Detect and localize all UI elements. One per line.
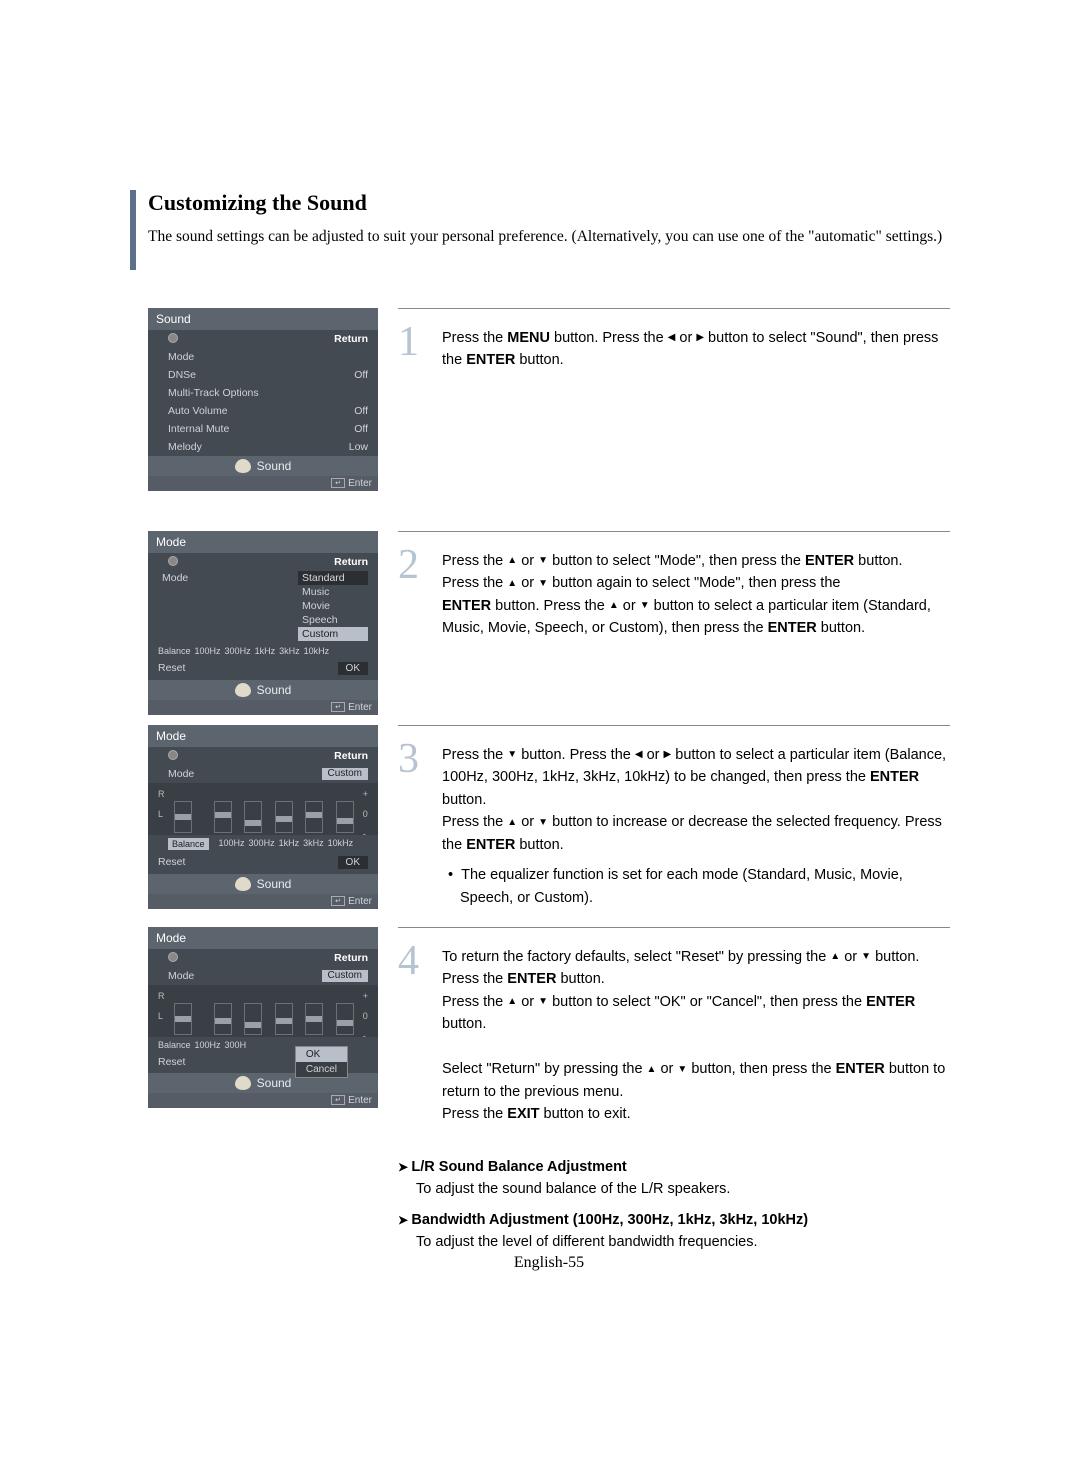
osd-return: Return (148, 330, 378, 348)
step-text-1: Press the MENU button. Press the ◀ or ▶ … (442, 321, 950, 372)
separator (398, 308, 950, 309)
separator (398, 927, 950, 928)
step-text-2: Press the ▲ or ▼ button to select "Mode"… (442, 544, 950, 640)
arrow-right-icon: ▶ (696, 330, 704, 346)
arrow-down-icon: ▼ (640, 598, 650, 614)
osd-title: Mode (148, 927, 378, 949)
osd-item-autovol: Auto VolumeOff (148, 402, 378, 420)
osd-footer: Sound (148, 680, 378, 700)
osd-hint: ↵Enter (148, 700, 378, 715)
shell-icon (235, 683, 251, 697)
separator (398, 531, 950, 532)
page-number: English-55 (148, 1254, 950, 1272)
osd-item-dnse: DNSeOff (148, 366, 378, 384)
mode-option: Music (298, 585, 368, 599)
osd-title: Mode (148, 531, 378, 553)
osd-hint: ↵Enter (148, 1093, 378, 1108)
osd-mode-reset: Mode Return ModeCustom RL +0- (148, 927, 378, 1108)
mode-option: Movie (298, 599, 368, 613)
osd-return: Return (148, 747, 378, 765)
arrow-down-icon: ▼ (538, 553, 548, 569)
shell-icon (235, 1076, 251, 1090)
mode-option: Custom (298, 627, 368, 641)
arrow-down-icon: ▼ (861, 949, 871, 965)
osd-hint: ↵Enter (148, 894, 378, 909)
step-number-1: 1 (398, 321, 424, 372)
eq-band-labels: Balance100Hz300Hz1kHz3kHz10kHz (148, 643, 378, 659)
arrow-up-icon: ▲ (609, 598, 619, 614)
arrow-down-icon: ▼ (538, 815, 548, 831)
arrow-up-icon: ▲ (507, 576, 517, 592)
step-number-2: 2 (398, 544, 424, 640)
osd-item-mode: Mode (148, 348, 378, 366)
osd-footer: Sound (148, 456, 378, 476)
osd-mode-select: Mode Return Mode Standard Music Movie Sp… (148, 531, 378, 715)
step-text-3: Press the ▼ button. Press the ◀ or ▶ but… (442, 738, 950, 909)
step-number-4: 4 (398, 940, 424, 1126)
extra-heading-1: L/R Sound Balance Adjustment (398, 1156, 950, 1178)
extra-notes: L/R Sound Balance Adjustment To adjust t… (398, 1156, 950, 1254)
ok-label: OK (338, 662, 368, 675)
popup-cancel: Cancel (296, 1062, 347, 1077)
arrow-up-icon: ▲ (507, 553, 517, 569)
extra-text-2: To adjust the level of different bandwid… (398, 1231, 950, 1253)
osd-hint: ↵Enter (148, 476, 378, 491)
osd-mode-eq: Mode Return ModeCustom RL +0- (148, 725, 378, 909)
extra-text-1: To adjust the sound balance of the L/R s… (398, 1178, 950, 1200)
arrow-down-icon: ▼ (677, 1062, 687, 1078)
osd-return: Return (148, 949, 378, 967)
arrow-up-icon: ▲ (507, 815, 517, 831)
eq-band-labels: Balance 100Hz300Hz1kHz3kHz10kHz (148, 835, 378, 853)
arrow-up-icon: ▲ (830, 949, 840, 965)
osd-item-mode: ModeCustom (148, 765, 378, 783)
osd-item-mute: Internal MuteOff (148, 420, 378, 438)
mode-option: Speech (298, 613, 368, 627)
extra-heading-2: Bandwidth Adjustment (100Hz, 300Hz, 1kHz… (398, 1209, 950, 1231)
section-subtitle: The sound settings can be adjusted to su… (148, 226, 950, 248)
osd-item-mode: ModeCustom (148, 967, 378, 985)
step-number-3: 3 (398, 738, 424, 909)
arrow-up-icon: ▲ (507, 994, 517, 1010)
osd-actions: Reset OK (148, 659, 378, 680)
osd-item-melody: MelodyLow (148, 438, 378, 456)
reset-label: Reset (158, 856, 185, 868)
ok-label: OK (338, 856, 368, 869)
osd-return: Return (148, 553, 378, 571)
reset-popup: OK Cancel (295, 1046, 348, 1078)
arrow-down-icon: ▼ (538, 994, 548, 1010)
reset-label: Reset (158, 1056, 185, 1068)
osd-title: Sound (148, 308, 378, 330)
reset-label: Reset (158, 662, 185, 674)
arrow-left-icon: ◀ (635, 747, 643, 763)
osd-actions: Reset OK (148, 853, 378, 874)
mode-option: Standard (298, 571, 368, 585)
arrow-down-icon: ▼ (538, 576, 548, 592)
arrow-down-icon: ▼ (507, 747, 517, 763)
shell-icon (235, 459, 251, 473)
osd-title: Mode (148, 725, 378, 747)
osd-footer: Sound (148, 874, 378, 894)
accent-bar (130, 190, 136, 270)
shell-icon (235, 877, 251, 891)
osd-item-multitrack: Multi-Track Options (148, 384, 378, 402)
osd-item-mode: Mode (158, 571, 298, 585)
eq-graphic: RL +0- (148, 783, 378, 835)
osd-sound-menu: Sound Return Mode DNSeOff Multi-Track Op… (148, 308, 378, 491)
popup-ok: OK (296, 1047, 347, 1062)
section-title: Customizing the Sound (148, 190, 950, 216)
separator (398, 725, 950, 726)
step-text-4: To return the factory defaults, select "… (442, 940, 950, 1126)
arrow-up-icon: ▲ (647, 1062, 657, 1078)
eq-graphic: RL +0- (148, 985, 378, 1037)
